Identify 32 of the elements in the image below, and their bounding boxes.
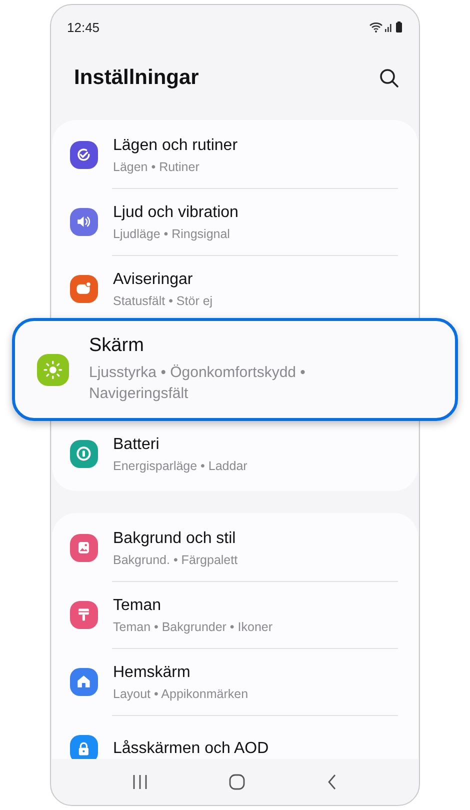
item-title: Lägen och rutiner: [113, 136, 238, 154]
status-icons: [369, 21, 405, 33]
settings-item[interactable]: Ljud och vibration Ljudläge • Ringsignal: [52, 189, 418, 255]
settings-item[interactable]: Skärm Ljusstyrka • Ögonkomfortskydd • Navigeringsfält: [12, 318, 458, 421]
back-icon[interactable]: [326, 774, 338, 790]
item-subtitle: Layout • Appikonmärken: [113, 686, 248, 700]
settings-item[interactable]: Batteri Energisparläge • Laddar: [52, 421, 418, 487]
search-icon[interactable]: [379, 68, 399, 88]
settings-item[interactable]: Låsskärmen och AOD: [52, 716, 418, 759]
settings-item[interactable]: Teman Teman • Bakgrunder • Ikoner: [52, 582, 418, 648]
item-title: Ljud och vibration: [113, 204, 238, 222]
recent-apps-icon[interactable]: [132, 774, 148, 790]
item-subtitle: Bakgrund. • Färgpalett: [113, 552, 238, 566]
item-subtitle: Ljusstyrka • Ögonkomfortskydd • Navigeringsfält: [89, 363, 306, 404]
item-title: Aviseringar: [113, 270, 194, 288]
status-time: 12:45: [67, 20, 100, 34]
settings-item[interactable]: Hemskärm Layout • Appikonmärken: [52, 649, 418, 715]
settings-item[interactable]: Lägen och rutiner Lägen • Rutiner: [52, 122, 418, 188]
item-title: Skärm: [89, 335, 145, 357]
item-title: Teman: [113, 596, 162, 614]
item-title: Hemskärm: [113, 664, 192, 682]
item-title: Bakgrund och stil: [113, 530, 237, 548]
home-button-icon[interactable]: [228, 774, 245, 790]
item-subtitle: Teman • Bakgrunder • Ikoner: [113, 620, 273, 634]
item-title: Batteri: [113, 436, 160, 454]
item-subtitle: Energisparläge • Laddar: [113, 458, 248, 472]
page-title: Inställningar: [74, 66, 199, 90]
item-subtitle: Ljudläge • Ringsignal: [113, 226, 231, 240]
item-subtitle: Lägen • Rutiner: [113, 160, 200, 174]
item-subtitle: Statusfält • Stör ej: [113, 294, 213, 308]
item-title: Låsskärmen och AOD: [113, 740, 269, 758]
settings-item[interactable]: Bakgrund och stil Bakgrund. • Färgpalett: [52, 515, 418, 581]
